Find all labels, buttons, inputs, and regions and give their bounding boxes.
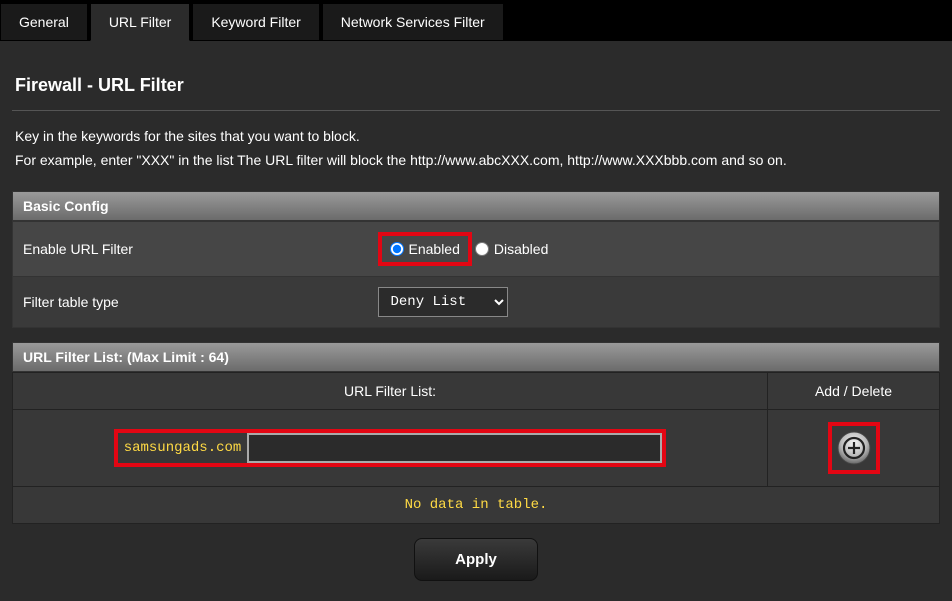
apply-button[interactable]: Apply xyxy=(414,538,538,581)
add-delete-cell xyxy=(768,409,940,486)
tab-bar: General URL Filter Keyword Filter Networ… xyxy=(0,0,952,41)
add-button-highlight-box xyxy=(828,422,880,474)
col-action-header: Add / Delete xyxy=(768,372,940,409)
description-line1: Key in the keywords for the sites that y… xyxy=(15,125,937,149)
add-button[interactable] xyxy=(836,430,872,466)
filter-list-header-row: URL Filter List: Add / Delete xyxy=(13,372,940,409)
no-data-row: No data in table. xyxy=(13,486,940,523)
filter-type-select[interactable]: Deny List Allow List xyxy=(378,287,508,317)
filter-list-table: URL Filter List: Add / Delete samsungads… xyxy=(12,372,940,524)
tab-network-services-filter[interactable]: Network Services Filter xyxy=(322,3,504,41)
basic-config-header: Basic Config xyxy=(12,191,940,221)
filter-type-value-cell: Deny List Allow List xyxy=(368,276,940,327)
url-input-cell: samsungads.com xyxy=(13,409,768,486)
enable-url-filter-row: Enable URL Filter Enabled Disabled xyxy=(13,221,940,276)
filter-type-row: Filter table type Deny List Allow List xyxy=(13,276,940,327)
enabled-radio-label: Enabled xyxy=(409,241,460,257)
tab-keyword-filter[interactable]: Keyword Filter xyxy=(192,3,319,41)
url-input-highlight-box: samsungads.com xyxy=(114,429,667,467)
tab-general[interactable]: General xyxy=(0,3,88,41)
enable-radio-group: Enabled Disabled xyxy=(378,232,930,266)
description-line2: For example, enter "XXX" in the list The… xyxy=(15,149,937,173)
disabled-radio-label: Disabled xyxy=(494,241,548,257)
url-input[interactable] xyxy=(247,433,662,463)
disabled-radio[interactable] xyxy=(475,242,489,256)
col-url-header: URL Filter List: xyxy=(13,372,768,409)
page-title: Firewall - URL Filter xyxy=(12,61,940,111)
plus-circle-icon xyxy=(836,430,872,466)
enable-url-filter-value-cell: Enabled Disabled xyxy=(368,221,940,276)
content-area: Firewall - URL Filter Key in the keyword… xyxy=(0,41,952,601)
enable-url-filter-label: Enable URL Filter xyxy=(13,221,368,276)
filter-type-label: Filter table type xyxy=(13,276,368,327)
no-data-message: No data in table. xyxy=(13,486,940,523)
enabled-radio[interactable] xyxy=(390,242,404,256)
filter-list-input-row: samsungads.com xyxy=(13,409,940,486)
disabled-radio-item[interactable]: Disabled xyxy=(475,241,548,257)
basic-config-table: Enable URL Filter Enabled Disabled xyxy=(12,221,940,328)
tab-url-filter[interactable]: URL Filter xyxy=(90,3,191,41)
apply-wrapper: Apply xyxy=(12,538,940,581)
filter-list-header: URL Filter List: (Max Limit : 64) xyxy=(12,342,940,372)
url-input-prefix: samsungads.com xyxy=(118,435,248,461)
enabled-highlight-box: Enabled xyxy=(378,232,472,266)
enabled-radio-item[interactable]: Enabled xyxy=(390,241,460,257)
description: Key in the keywords for the sites that y… xyxy=(12,125,940,173)
